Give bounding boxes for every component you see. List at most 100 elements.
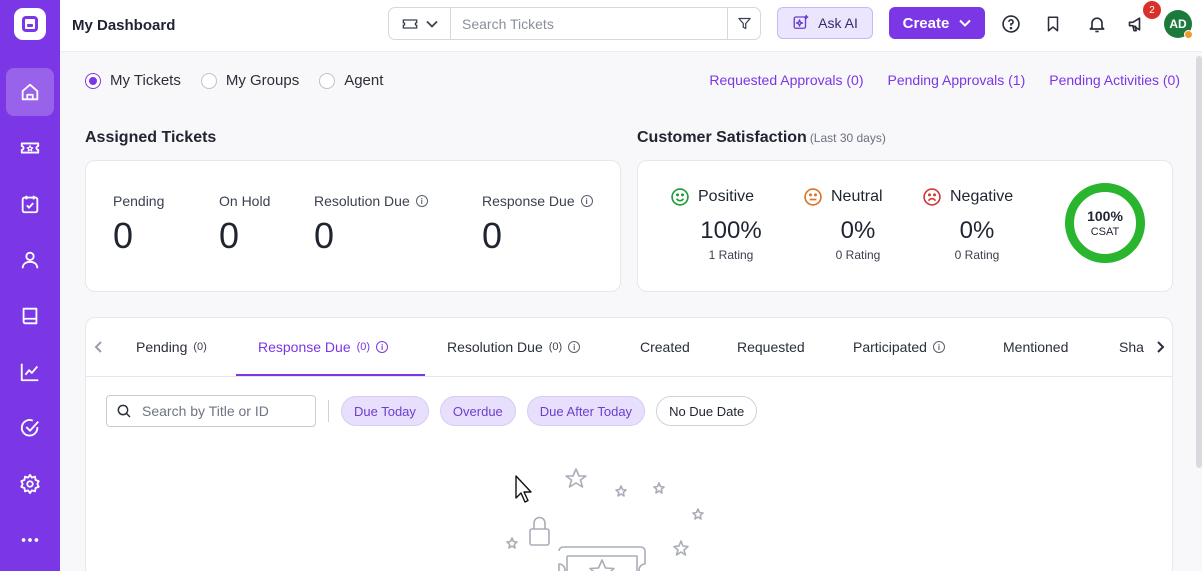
gear-icon [20, 473, 40, 495]
search-input[interactable] [451, 8, 727, 39]
sidebar-item-contacts[interactable] [6, 236, 54, 284]
stat-value: 0 [314, 215, 335, 256]
app-logo[interactable] [14, 8, 46, 40]
stat-pending[interactable]: Pending 0 [113, 193, 164, 257]
csat-rating: 0 Rating [835, 248, 881, 262]
create-button[interactable]: Create [889, 7, 985, 39]
ask-ai-button[interactable]: Ask AI [777, 7, 873, 39]
quick-links: Requested Approvals (0) Pending Approval… [709, 72, 1180, 88]
info-icon[interactable]: i [376, 341, 389, 353]
stat-on-hold[interactable]: On Hold 0 [219, 193, 270, 257]
tab-pending[interactable]: Pending (0) [136, 318, 207, 376]
view-options: My Tickets My Groups Agent [85, 72, 403, 89]
radio-agent[interactable]: Agent [319, 72, 383, 89]
page-scrollbar[interactable] [1196, 56, 1202, 468]
chart-icon [20, 363, 39, 382]
tab-count: (0) [356, 341, 371, 353]
csat-percent: 100% [700, 217, 762, 244]
csat-card: Positive 100% 1 Rating Neutral 0% 0 Rati… [637, 160, 1173, 292]
search-type-dropdown[interactable] [389, 8, 451, 39]
book-icon [22, 307, 38, 325]
more-dots-icon [21, 538, 39, 542]
sidebar-item-home[interactable] [6, 68, 54, 116]
ticket-tabs-card: Pending (0) Response Due (0) i Resolution D… [85, 317, 1173, 571]
smile-icon [671, 188, 689, 206]
tab-label: Pending [136, 339, 188, 355]
sidebar-item-approvals[interactable] [6, 404, 54, 452]
help-button[interactable] [1000, 13, 1022, 35]
stat-label: Resolution Due [314, 193, 410, 209]
radio-indicator[interactable] [319, 72, 336, 89]
requested-approvals-link[interactable]: Requested Approvals (0) [709, 72, 863, 88]
csat-title: Customer Satisfaction (Last 30 days) [637, 129, 886, 147]
tab-count: (0) [548, 341, 563, 353]
tab-mentioned[interactable]: Mentioned [1003, 318, 1068, 376]
stat-label: On Hold [219, 193, 271, 209]
csat-rating: 1 Rating [708, 248, 754, 262]
csat-positive: Positive 100% 1 Rating [670, 187, 800, 262]
csat-negative: Negative 0% 0 Rating [922, 187, 1032, 262]
sidebar-item-knowledge-base[interactable] [6, 292, 54, 340]
pending-activities-link[interactable]: Pending Activities (0) [1049, 72, 1180, 88]
filter-button[interactable] [727, 8, 760, 39]
check-circle-icon [20, 419, 39, 437]
chevron-down-icon [425, 20, 438, 28]
radio-my-tickets[interactable]: My Tickets [85, 72, 181, 89]
bell-icon [1089, 17, 1105, 33]
info-icon[interactable]: i [932, 341, 945, 353]
radio-selected-indicator[interactable] [85, 72, 101, 89]
info-icon[interactable]: i [568, 341, 581, 353]
tab-resolution-due[interactable]: Resolution Due (0) i [447, 318, 581, 376]
sidebar-item-tickets[interactable] [6, 124, 54, 172]
csat-label: Negative [950, 188, 1014, 205]
stat-resolution-due[interactable]: Resolution Due i 0 [314, 193, 428, 257]
csat-donut-label: CSAT [1090, 226, 1120, 238]
chip-no-due-date[interactable]: No Due Date [656, 396, 758, 426]
chevron-right-icon[interactable] [1153, 340, 1167, 354]
assigned-tickets-title: Assigned Tickets [85, 129, 217, 146]
tab-shared[interactable]: Sha [1119, 318, 1153, 376]
stat-response-due[interactable]: Response Due i 0 [482, 193, 593, 257]
csat-neutral: Neutral 0% 0 Rating [803, 187, 913, 262]
bookmark-button[interactable] [1042, 13, 1064, 35]
radio-label: Agent [344, 72, 384, 89]
notification-badge: 2 [1143, 1, 1161, 19]
radio-label: My Tickets [110, 72, 181, 89]
top-header: My Dashboard Ask AI Create 2 AD [60, 0, 1202, 52]
tab-count: (0) [193, 341, 207, 353]
user-icon [21, 251, 39, 269]
radio-indicator[interactable] [200, 72, 217, 89]
chip-due-today[interactable]: Due Today [341, 396, 429, 426]
sidebar-item-reports[interactable] [6, 348, 54, 396]
tab-requested[interactable]: Requested [737, 318, 805, 376]
sidebar [0, 0, 60, 571]
info-icon[interactable]: i [580, 195, 593, 207]
chip-due-after-today[interactable]: Due After Today [526, 396, 646, 426]
tab-label: Mentioned [1003, 339, 1069, 355]
bookmark-icon [1047, 16, 1059, 32]
divider [328, 400, 329, 422]
notifications-button[interactable] [1086, 13, 1108, 35]
chevron-left-icon[interactable] [92, 340, 106, 354]
chip-overdue[interactable]: Overdue [439, 396, 516, 426]
tab-participated[interactable]: Participated i [853, 318, 945, 376]
calendar-check-icon [21, 195, 39, 214]
page-title: My Dashboard [72, 17, 176, 34]
ticket-search-group [388, 7, 761, 40]
tab-created[interactable]: Created [640, 318, 690, 376]
neutral-face-icon [804, 188, 822, 206]
title-search-box[interactable] [106, 395, 316, 427]
info-icon[interactable]: i [415, 195, 428, 207]
sidebar-item-settings[interactable] [6, 460, 54, 508]
tab-response-due[interactable]: Response Due (0) i [258, 318, 389, 376]
title-search-input[interactable] [142, 403, 302, 419]
tab-label: Resolution Due [447, 339, 543, 355]
pending-approvals-link[interactable]: Pending Approvals (1) [888, 72, 1026, 88]
ticket-icon [402, 18, 417, 29]
csat-rating: 0 Rating [954, 248, 1000, 262]
tab-label: Participated [853, 339, 927, 355]
sidebar-item-tasks[interactable] [6, 180, 54, 228]
sidebar-item-more[interactable] [6, 516, 54, 564]
ai-sparkle-icon [793, 14, 809, 29]
radio-my-groups[interactable]: My Groups [200, 72, 299, 89]
